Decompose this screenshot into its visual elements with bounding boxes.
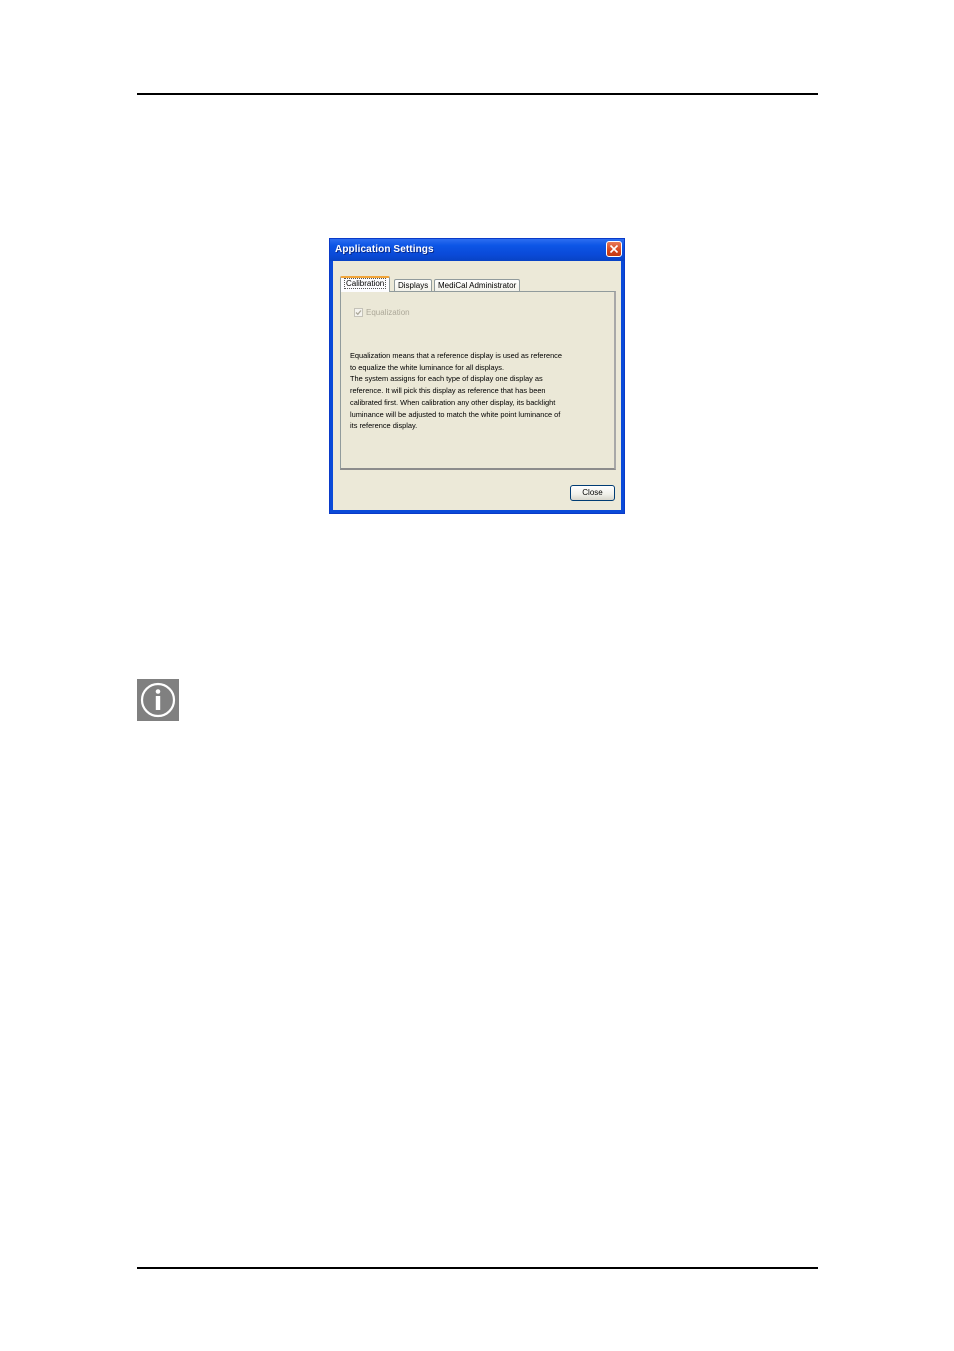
dialog-frame-left [330, 261, 333, 513]
calibration-tab-panel: Equalization Equalization means that a r… [340, 291, 616, 470]
dialog-title: Application Settings [335, 244, 434, 255]
checkmark-icon [355, 309, 362, 315]
tab-calibration[interactable]: Calibration [340, 276, 391, 292]
tab-displays-label: Displays [398, 281, 429, 290]
dialog-titlebar[interactable]: Application Settings [330, 239, 624, 261]
tab-medical-administrator[interactable]: MediCal Administrator [434, 279, 521, 291]
close-button[interactable]: Close [570, 485, 615, 501]
description-line: its reference display. [350, 421, 418, 431]
dialog-close-x-button[interactable] [606, 241, 622, 257]
description-line: luminance will be adjusted to match the … [350, 409, 561, 419]
equalization-checkbox-row: Equalization [354, 306, 410, 318]
footer-rule [137, 1267, 818, 1269]
tab-medical-administrator-label: MediCal Administrator [438, 281, 517, 290]
description-line: The system assigns for each type of disp… [350, 374, 543, 384]
description-line: to equalize the white luminance for all … [350, 362, 505, 372]
close-x-icon [609, 244, 619, 254]
header-rule [137, 93, 818, 95]
equalization-checkbox [354, 307, 363, 317]
description-line: calibrated first. When calibration any o… [350, 397, 556, 407]
equalization-description: Equalization means that a reference disp… [350, 350, 606, 432]
dialog-frame-bottom [330, 510, 624, 513]
tab-calibration-label: Calibration [344, 278, 387, 289]
description-line: reference. It will pick this display as … [350, 386, 546, 396]
application-settings-dialog: Application Settings Calibration Display… [329, 238, 625, 514]
dialog-frame-right [621, 261, 624, 513]
info-icon [137, 679, 179, 721]
tab-displays[interactable]: Displays [394, 279, 433, 291]
equalization-label: Equalization [366, 307, 410, 317]
description-line: Equalization means that a reference disp… [350, 351, 562, 360]
